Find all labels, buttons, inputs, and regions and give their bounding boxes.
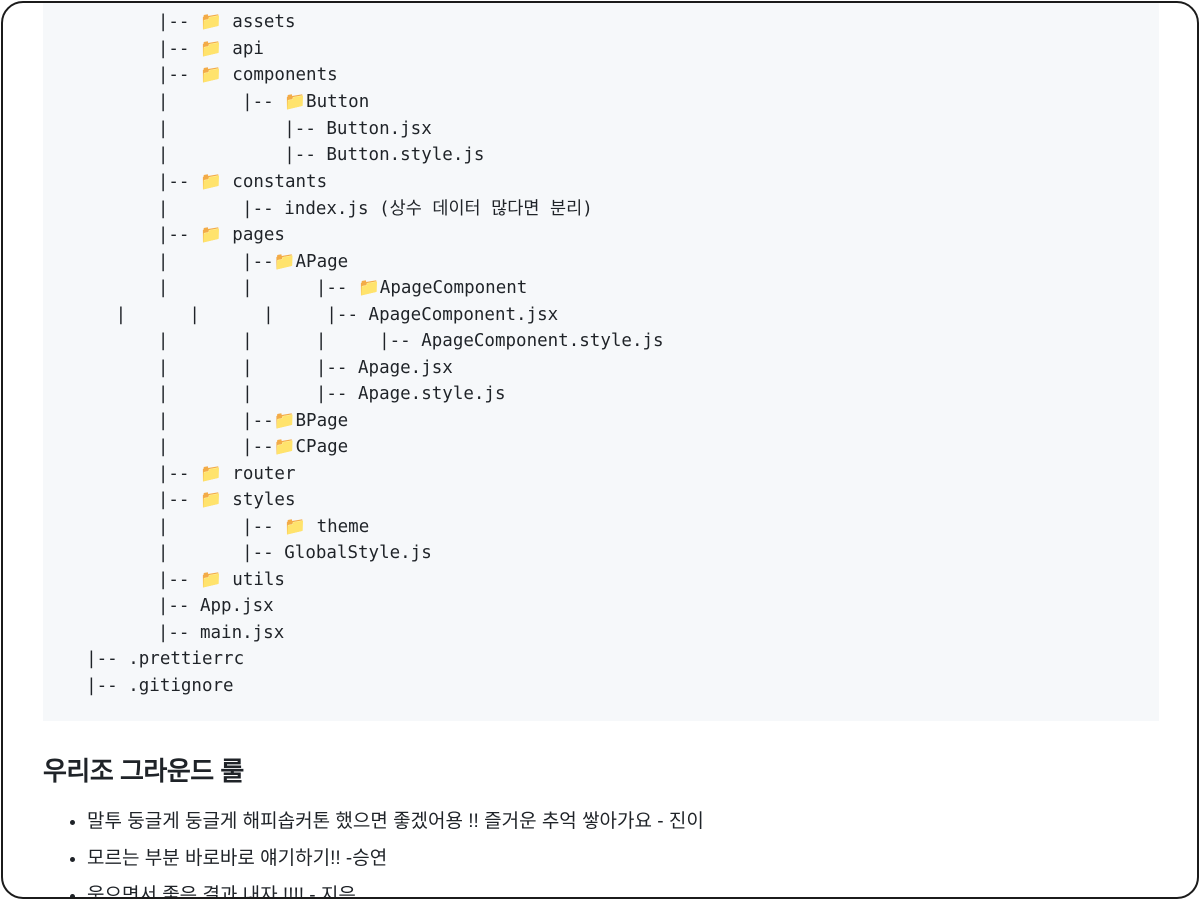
ground-rule-item: 말투 둥글게 둥글게 해피솝커톤 했으면 좋겠어용 !! 즐거운 추억 쌓아가요… [87, 807, 1143, 837]
tree-line: | | |-- 📁ApageComponent [63, 278, 528, 298]
tree-line: | | | |-- ApageComponent.style.js [63, 331, 664, 351]
document-viewport: |-- 📁 assets |-- 📁 api |-- 📁 components … [1, 1, 1199, 899]
ground-rules-list: 말투 둥글게 둥글게 해피솝커톤 했으면 좋겠어용 !! 즐거운 추억 쌓아가요… [43, 807, 1143, 897]
tree-line: | |-- Button.style.js [63, 145, 485, 165]
ground-rule-item: 모르는 부분 바로바로 얘기하기!! -승연 [87, 844, 1143, 874]
tree-line: |-- App.jsx [63, 596, 274, 616]
tree-line: | |--📁BPage [63, 411, 349, 431]
tree-line: |-- 📁 pages [63, 225, 285, 245]
tree-line: |-- 📁 styles [63, 490, 296, 510]
tree-line: | | |-- Apage.jsx [63, 358, 453, 378]
tree-line: |-- 📁 components [63, 65, 338, 85]
tree-line: |-- 📁 api [63, 39, 264, 59]
tree-line: |-- 📁 constants [63, 172, 328, 192]
tree-line: |-- .gitignore [65, 676, 234, 696]
tree-line: |-- main.jsx [63, 623, 285, 643]
tree-line: | |-- 📁 theme [63, 517, 370, 537]
tree-line: | |-- 📁Button [63, 92, 370, 112]
tree-line: |-- 📁 utils [63, 570, 285, 590]
tree-line: | |-- index.js (상수 데이터 많다면 분리) [63, 199, 593, 219]
ground-rule-item: 웃으면서 좋은 결과 내자 !!!! - 지은 [87, 881, 1143, 897]
tree-line: | |-- GlobalStyle.js [63, 543, 432, 563]
tree-line: | | |-- Apage.style.js [63, 384, 506, 404]
project-structure-code-block: |-- 📁 assets |-- 📁 api |-- 📁 components … [43, 3, 1159, 721]
tree-line: |-- 📁 router [63, 464, 296, 484]
tree-line: | |-- Button.jsx [63, 119, 432, 139]
tree-line: |-- 📁 assets [63, 12, 296, 32]
tree-line: | |--📁CPage [63, 437, 349, 457]
tree-line: | |--📁APage [63, 252, 349, 272]
ground-rules-heading: 우리조 그라운드 룰 [43, 756, 244, 786]
ground-rules-section: 우리조 그라운드 룰 말투 둥글게 둥글게 해피솝커톤 했으면 좋겠어용 !! … [43, 751, 1143, 897]
tree-line: | | | |-- ApageComponent.jsx [63, 305, 559, 325]
tree-line: |-- .prettierrc [65, 649, 245, 669]
